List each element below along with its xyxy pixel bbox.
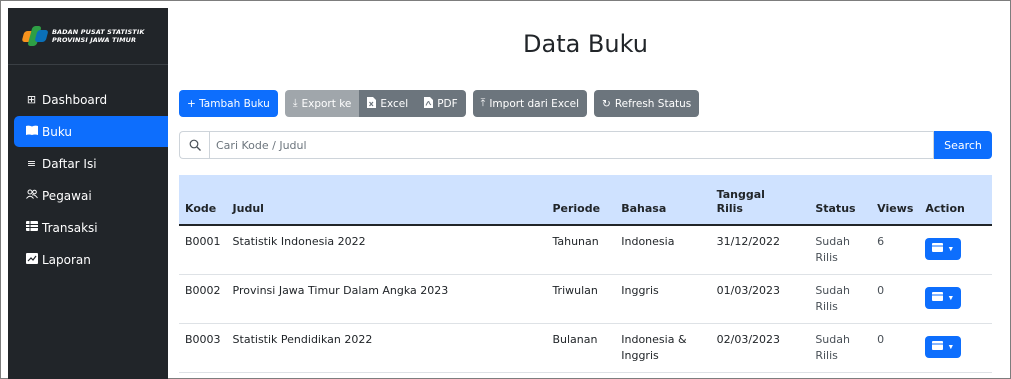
cell-kode: B0001 — [179, 225, 227, 275]
grid-icon: ⊞ — [26, 93, 37, 106]
column-header[interactable]: Kode — [179, 175, 227, 226]
cell-periode: Triwulan — [546, 274, 616, 324]
main-content: Data Buku + Tambah Buku ⤓ Export ke Exce… — [168, 8, 1003, 379]
brand-line2: PROVINSI JAWA TIMUR — [52, 36, 137, 44]
row-action-dropdown-button[interactable]: ▼ — [925, 336, 962, 358]
cell-periode: Tahunan — [546, 225, 616, 275]
row-action-dropdown-button[interactable]: ▼ — [925, 287, 962, 309]
cell-status: Sudah Rilis — [809, 323, 872, 373]
pdf-file-icon — [424, 96, 434, 111]
add-book-button[interactable]: + Tambah Buku — [179, 90, 278, 117]
export-label: Export ke — [301, 97, 352, 110]
column-header[interactable]: Tanggal Rilis — [710, 175, 810, 226]
table-header-row: Kode Judul Periode Bahasa Tanggal Rilis … — [179, 175, 992, 226]
search-icon — [179, 131, 209, 159]
table-icon — [25, 221, 38, 234]
list-icon: ≡ — [26, 157, 37, 170]
cell-kode: B0003 — [179, 323, 227, 373]
cell-status: Sudah Rilis — [809, 225, 872, 275]
report-icon — [25, 252, 38, 267]
cell-views: 0 — [871, 323, 920, 373]
cell-status: Sudah Rilis — [809, 274, 872, 324]
column-header[interactable]: Views — [871, 175, 920, 226]
toolbar: + Tambah Buku ⤓ Export ke Excel PDF ⤒ Im… — [179, 90, 700, 117]
pdf-label: PDF — [437, 97, 458, 110]
column-header[interactable]: Action — [919, 175, 992, 226]
sidebar-item-daftar-isi[interactable]: ≡ Daftar Isi — [8, 148, 168, 179]
cell-action: ▼ — [919, 274, 992, 324]
upload-icon: ⤒ — [480, 97, 486, 109]
bps-logo — [21, 24, 49, 48]
card-icon — [932, 341, 944, 353]
sidebar-item-label: Daftar Isi — [42, 156, 97, 171]
card-icon — [932, 292, 944, 304]
export-group: ⤓ Export ke Excel PDF — [284, 90, 466, 117]
sidebar-item-label: Buku — [42, 124, 73, 139]
cell-tanggal: 02/03/2023 — [710, 323, 810, 373]
sidebar-item-label: Dashboard — [42, 92, 108, 107]
caret-down-icon: ▼ — [947, 294, 955, 302]
refresh-label: Refresh Status — [614, 97, 692, 110]
table-row: B0003 Statistik Pendidikan 2022 Bulanan … — [179, 323, 992, 373]
cell-tanggal: 01/03/2023 — [710, 274, 810, 324]
refresh-icon: ↻ — [602, 97, 611, 110]
export-button[interactable]: ⤓ Export ke — [284, 90, 360, 117]
books-table: Kode Judul Periode Bahasa Tanggal Rilis … — [179, 175, 992, 373]
import-label: Import dari Excel — [489, 97, 579, 110]
cell-kode: B0002 — [179, 274, 227, 324]
sidebar-item-dashboard[interactable]: ⊞ Dashboard — [8, 84, 168, 115]
sidebar-nav: ⊞ Dashboard Buku ≡ Daftar Isi Pegawai Tr… — [8, 65, 168, 275]
cell-action: ▼ — [919, 225, 992, 275]
cell-judul: Statistik Pendidikan 2022 — [226, 323, 547, 373]
table-row: B0001 Statistik Indonesia 2022 Tahunan I… — [179, 225, 992, 275]
cell-tanggal: 31/12/2022 — [710, 225, 810, 275]
excel-file-icon — [367, 96, 377, 111]
cell-views: 6 — [871, 225, 920, 275]
column-header[interactable]: Judul — [226, 175, 547, 226]
page-title: Data Buku — [523, 30, 648, 58]
sidebar-item-buku[interactable]: Buku — [14, 116, 168, 147]
column-header[interactable]: Bahasa — [615, 175, 711, 226]
cell-judul: Provinsi Jawa Timur Dalam Angka 2023 — [226, 274, 547, 324]
pdf-button[interactable]: PDF — [416, 90, 466, 117]
card-icon — [932, 243, 944, 255]
excel-button[interactable]: Excel — [359, 90, 417, 117]
cell-bahasa: Indonesia & Inggris — [615, 323, 711, 373]
cell-bahasa: Inggris — [615, 274, 711, 324]
cell-action: ▼ — [919, 323, 992, 373]
search-button[interactable]: Search — [934, 131, 992, 159]
sidebar: BADAN PUSAT STATISTIK PROVINSI JAWA TIMU… — [8, 8, 168, 379]
search-bar: Search — [179, 131, 992, 159]
sidebar-item-label: Transaksi — [42, 220, 98, 235]
refresh-status-button[interactable]: ↻ Refresh Status — [594, 90, 700, 117]
sidebar-item-pegawai[interactable]: Pegawai — [8, 180, 168, 211]
import-excel-button[interactable]: ⤒ Import dari Excel — [472, 90, 587, 117]
cell-periode: Bulanan — [546, 323, 616, 373]
row-action-dropdown-button[interactable]: ▼ — [925, 238, 962, 260]
people-icon — [25, 189, 38, 202]
column-header[interactable]: Periode — [546, 175, 616, 226]
sidebar-item-label: Pegawai — [42, 188, 92, 203]
cell-views: 0 — [871, 274, 920, 324]
excel-label: Excel — [380, 97, 409, 110]
sidebar-item-laporan[interactable]: Laporan — [8, 244, 168, 275]
caret-down-icon: ▼ — [947, 343, 955, 351]
caret-down-icon: ▼ — [947, 245, 955, 253]
brand-line1: BADAN PUSAT STATISTIK — [52, 28, 145, 36]
column-header[interactable]: Status — [809, 175, 872, 226]
cell-bahasa: Indonesia — [615, 225, 711, 275]
cell-judul: Statistik Indonesia 2022 — [226, 225, 547, 275]
download-icon: ⤓ — [292, 97, 298, 109]
brand-text: BADAN PUSAT STATISTIK PROVINSI JAWA TIMU… — [52, 28, 144, 44]
brand[interactable]: BADAN PUSAT STATISTIK PROVINSI JAWA TIMU… — [8, 8, 168, 65]
table-row: B0002 Provinsi Jawa Timur Dalam Angka 20… — [179, 274, 992, 324]
sidebar-item-label: Laporan — [42, 252, 91, 267]
book-icon — [25, 125, 38, 138]
search-input[interactable] — [209, 131, 934, 159]
sidebar-item-transaksi[interactable]: Transaksi — [8, 212, 168, 243]
